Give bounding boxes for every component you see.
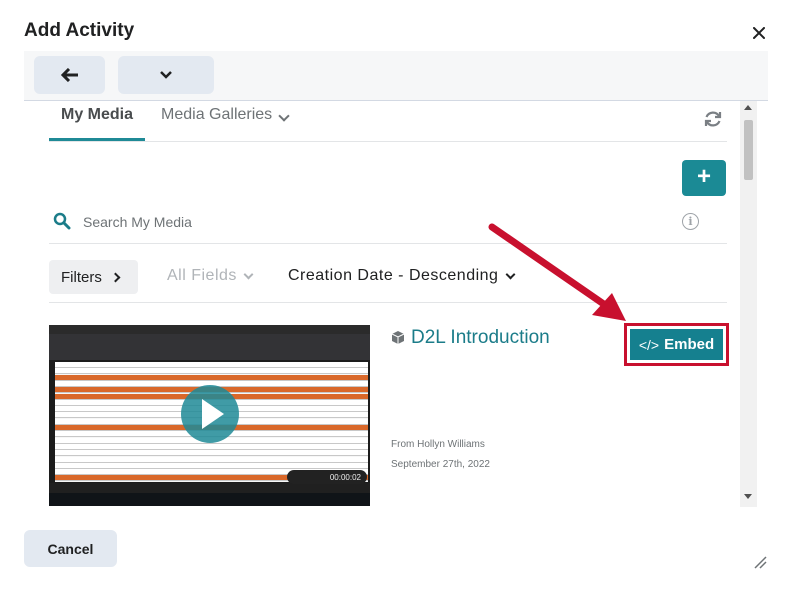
tab-media-galleries[interactable]: Media Galleries bbox=[149, 101, 300, 141]
thumbnail-row bbox=[55, 462, 368, 469]
recording-timer: 00:00:02 bbox=[287, 470, 367, 484]
scroll-up-icon[interactable] bbox=[744, 105, 752, 110]
media-tabs: My Media Media Galleries bbox=[49, 101, 300, 141]
sort-select-value: Creation Date - Descending bbox=[288, 267, 499, 284]
embed-button[interactable]: </> Embed bbox=[630, 329, 723, 360]
plus-icon: + bbox=[696, 163, 711, 190]
field-select-value: All Fields bbox=[167, 267, 237, 284]
thumbnail-row bbox=[55, 456, 368, 463]
resize-handle-icon[interactable] bbox=[753, 555, 767, 569]
dialog-title: Add Activity bbox=[24, 20, 135, 41]
thumbnail-row bbox=[55, 374, 368, 381]
thumbnail-row bbox=[55, 443, 368, 450]
thumbnail-row bbox=[55, 368, 368, 375]
more-options-button[interactable] bbox=[118, 56, 214, 94]
chevron-down-icon bbox=[243, 269, 254, 279]
close-icon bbox=[753, 27, 765, 39]
media-owner: From Hollyn Williams September 27th, 202… bbox=[391, 439, 490, 470]
refresh-icon[interactable] bbox=[702, 108, 724, 130]
thumbnail-sheet-tabs bbox=[49, 483, 370, 493]
video-thumbnail[interactable]: 00:00:02 bbox=[49, 325, 370, 506]
tab-my-media[interactable]: My Media bbox=[49, 101, 146, 141]
filters-button[interactable]: Filters bbox=[49, 260, 138, 294]
search-input[interactable] bbox=[83, 210, 643, 234]
add-media-button[interactable]: + bbox=[682, 160, 726, 196]
field-select[interactable]: All Fields bbox=[167, 267, 254, 285]
media-title-link[interactable]: D2L Introduction bbox=[391, 325, 561, 351]
thumbnail-row bbox=[55, 450, 368, 457]
chevron-down-icon bbox=[160, 71, 172, 79]
code-icon: </> bbox=[638, 336, 660, 353]
tab-label: My Media bbox=[61, 106, 134, 123]
filter-bar: Filters All Fields Creation Date - Desce… bbox=[49, 260, 727, 303]
media-title: D2L Introduction bbox=[411, 327, 550, 348]
chevron-right-icon bbox=[110, 272, 121, 282]
tab-label: Media Galleries bbox=[161, 106, 273, 123]
embed-label: Embed bbox=[664, 336, 715, 353]
thumbnail-ribbon bbox=[49, 334, 370, 360]
scroll-thumb[interactable] bbox=[744, 120, 753, 180]
sort-select[interactable]: Creation Date - Descending bbox=[288, 267, 516, 285]
scrollbar[interactable] bbox=[740, 101, 757, 507]
media-picker-frame: My Media Media Galleries + i Filters All… bbox=[24, 101, 758, 507]
chevron-down-icon bbox=[278, 110, 290, 122]
back-button[interactable] bbox=[34, 56, 105, 94]
cancel-button[interactable]: Cancel bbox=[24, 530, 117, 567]
tabs-divider bbox=[49, 141, 727, 142]
play-triangle bbox=[202, 399, 224, 429]
toolbar bbox=[24, 51, 768, 101]
filters-label: Filters bbox=[61, 268, 102, 286]
search-bar: i bbox=[49, 204, 727, 244]
thumbnail-titlebar bbox=[49, 325, 370, 334]
search-icon bbox=[53, 212, 71, 230]
thumbnail-taskbar bbox=[49, 493, 370, 506]
play-icon[interactable] bbox=[181, 385, 239, 443]
close-button[interactable] bbox=[748, 22, 770, 44]
thumbnail-row bbox=[55, 362, 368, 368]
cube-icon bbox=[391, 331, 405, 344]
chevron-down-icon bbox=[505, 269, 516, 279]
arrow-left-icon bbox=[60, 68, 78, 82]
info-icon[interactable]: i bbox=[682, 213, 699, 230]
scroll-down-icon[interactable] bbox=[744, 494, 752, 499]
